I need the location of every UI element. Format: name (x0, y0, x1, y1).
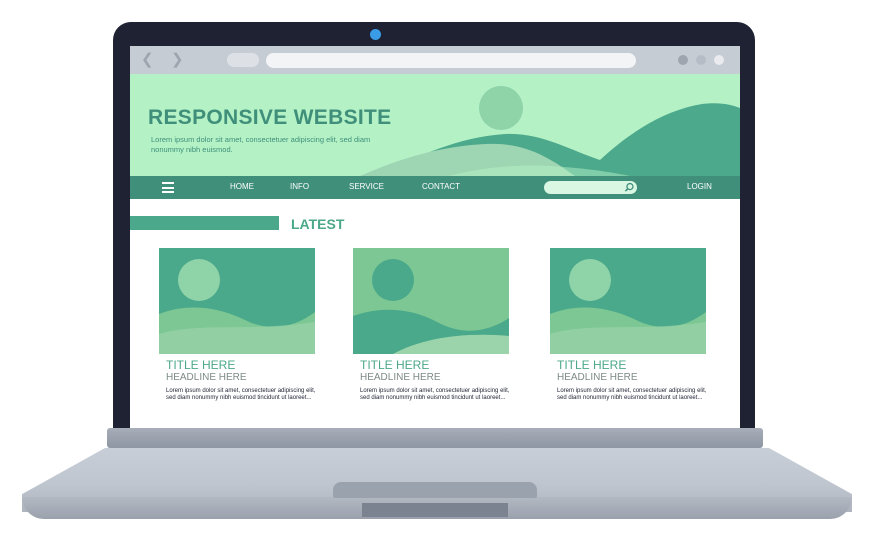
card-title[interactable]: TITLE HERE (166, 358, 315, 372)
laptop-base-notch (362, 503, 508, 517)
nav-link-home[interactable]: HOME (230, 182, 254, 191)
nav-link-info[interactable]: INFO (290, 182, 309, 191)
card-image-placeholder (159, 248, 315, 354)
window-control-dot[interactable] (714, 55, 724, 65)
card-body-text: Lorem ipsum dolor sit amet, consectetuer… (360, 388, 510, 401)
search-input[interactable] (544, 181, 637, 194)
webcam (370, 29, 381, 40)
hero-subtitle: Lorem ipsum dolor sit amet, consectetuer… (151, 135, 371, 154)
browser-chrome: ❮ ❯ (130, 46, 740, 74)
laptop-screen: ❮ ❯ RESPONSIVE WEBSITE Lorem ipsum dolor… (130, 46, 740, 428)
hero-banner: RESPONSIVE WEBSITE Lorem ipsum dolor sit… (130, 74, 740, 176)
card-headline: HEADLINE HERE (166, 372, 247, 383)
hamburger-menu-icon[interactable] (162, 182, 174, 193)
search-icon[interactable] (624, 182, 635, 193)
nav-link-service[interactable]: SERVICE (349, 182, 384, 191)
article-card[interactable]: TITLE HERE HEADLINE HERE Lorem ipsum dol… (353, 248, 509, 402)
touchpad (333, 482, 537, 498)
article-card[interactable]: TITLE HERE HEADLINE HERE Lorem ipsum dol… (159, 248, 315, 402)
card-title[interactable]: TITLE HERE (557, 358, 706, 372)
chevron-right-icon[interactable]: ❯ (171, 51, 184, 69)
address-bar[interactable] (266, 53, 636, 68)
card-title[interactable]: TITLE HERE (360, 358, 509, 372)
sun-circle (479, 86, 523, 130)
browser-tab[interactable] (227, 53, 259, 67)
main-navigation: HOME INFO SERVICE CONTACT LOGIN (130, 176, 740, 199)
latest-accent-bar (130, 216, 279, 230)
card-body-text: Lorem ipsum dolor sit amet, consectetuer… (166, 388, 316, 401)
latest-heading: LATEST (291, 216, 345, 232)
window-control-dot[interactable] (678, 55, 688, 65)
hero-title: RESPONSIVE WEBSITE (148, 106, 392, 129)
login-link[interactable]: LOGIN (687, 182, 712, 191)
card-image-placeholder (353, 248, 509, 354)
nav-link-contact[interactable]: CONTACT (422, 182, 460, 191)
card-image-placeholder (550, 248, 706, 354)
card-headline: HEADLINE HERE (557, 372, 638, 383)
window-control-dot[interactable] (696, 55, 706, 65)
article-card[interactable]: TITLE HERE HEADLINE HERE Lorem ipsum dol… (550, 248, 706, 402)
card-body-text: Lorem ipsum dolor sit amet, consectetuer… (557, 388, 707, 401)
card-headline: HEADLINE HERE (360, 372, 441, 383)
chevron-left-icon[interactable]: ❮ (141, 51, 154, 69)
laptop-hinge (107, 428, 763, 448)
